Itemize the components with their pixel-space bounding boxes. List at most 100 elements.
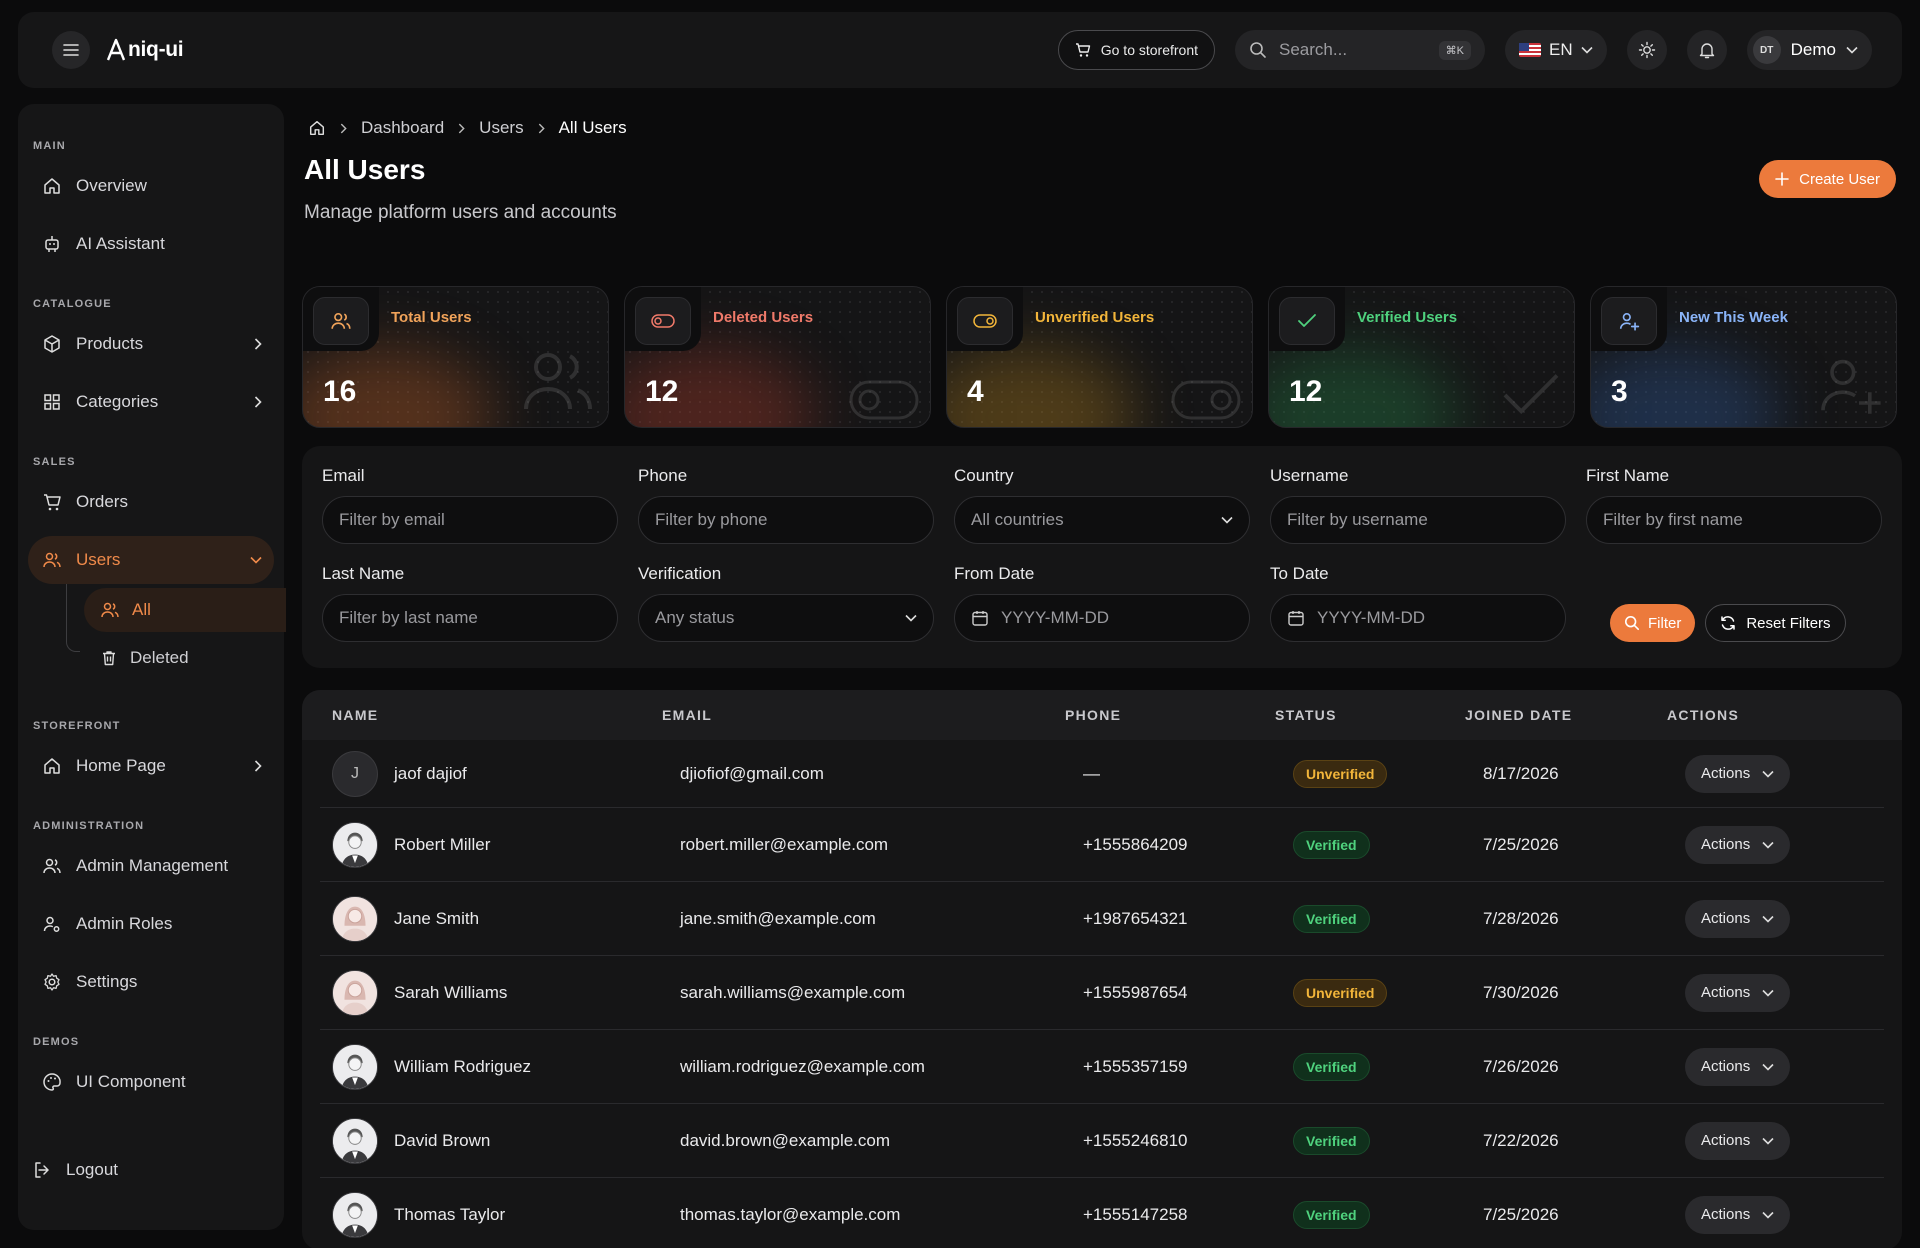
verification-select-value: Any status — [655, 608, 735, 627]
row-actions-button[interactable]: Actions — [1685, 1047, 1791, 1086]
cell-email: jane.smith@example.com — [680, 908, 876, 928]
sun-icon — [1638, 41, 1655, 59]
sidebar-item-products[interactable]: Products — [28, 320, 274, 368]
toggle-watermark-icon — [849, 380, 919, 420]
table-row[interactable]: Jane Smith jane.smith@example.com +19876… — [320, 882, 1884, 956]
male-avatar-icon — [333, 1044, 377, 1089]
palette-icon — [43, 1073, 61, 1091]
chevron-down-icon — [250, 556, 262, 564]
email-filter-input[interactable]: Filter by email — [322, 496, 618, 544]
menu-toggle-button[interactable] — [52, 31, 90, 69]
row-actions-button[interactable]: Actions — [1685, 899, 1791, 938]
filter-button[interactable]: Filter — [1610, 604, 1696, 642]
status-badge: Verified — [1293, 904, 1370, 933]
chevron-right-icon — [340, 123, 347, 133]
from-date-input[interactable]: YYYY-MM-DD — [954, 594, 1250, 642]
column-header-phone[interactable]: PHONE — [1065, 707, 1275, 723]
status-badge: Unverified — [1293, 978, 1388, 1007]
breadcrumb-dashboard[interactable]: Dashboard — [361, 118, 444, 138]
sidebar-item-ai-assistant[interactable]: AI Assistant — [28, 220, 274, 268]
column-header-email[interactable]: EMAIL — [662, 707, 1065, 723]
first-name-filter-input[interactable]: Filter by first name — [1586, 496, 1882, 544]
avatar — [332, 1117, 378, 1164]
cell-status: Verified — [1293, 1126, 1483, 1155]
notifications-button[interactable] — [1686, 30, 1727, 70]
cell-phone: +1555357159 — [1083, 1056, 1188, 1076]
user-name[interactable]: Sarah Williams — [394, 983, 507, 1003]
table-row[interactable]: William Rodriguez william.rodriguez@exam… — [320, 1030, 1884, 1104]
table-row[interactable]: Sarah Williams sarah.williams@example.co… — [320, 956, 1884, 1030]
app-logo[interactable]: niq-ui — [106, 38, 184, 62]
cell-joined-date: 7/28/2026 — [1483, 908, 1559, 928]
filter-label-verification: Verification — [638, 564, 722, 583]
create-user-button[interactable]: Create User — [1759, 160, 1896, 198]
search-input[interactable]: Search... ⌘K — [1235, 30, 1486, 70]
row-actions-button[interactable]: Actions — [1685, 1195, 1791, 1234]
sidebar-item-users-deleted[interactable]: Deleted — [84, 636, 286, 680]
sidebar-item-home-page[interactable]: Home Page — [28, 742, 274, 790]
sidebar-item-admin-management[interactable]: Admin Management — [28, 842, 274, 890]
user-name[interactable]: jaof dajiof — [394, 764, 467, 784]
username-filter-input[interactable]: Filter by username — [1270, 496, 1566, 544]
column-header-joined-date[interactable]: JOINED DATE — [1465, 707, 1667, 723]
filter-label-to-date: To Date — [1270, 564, 1329, 583]
search-icon — [1250, 42, 1266, 58]
sidebar-item-orders[interactable]: Orders — [28, 478, 274, 526]
actions-label: Actions — [1701, 1206, 1751, 1223]
sidebar: MAIN Overview AI Assistant CATALOGUE Pro… — [18, 104, 286, 1230]
female-avatar-icon — [333, 970, 377, 1015]
language-selector[interactable]: EN — [1505, 30, 1607, 70]
sidebar-item-admin-roles[interactable]: Admin Roles — [28, 900, 274, 948]
column-header-name[interactable]: NAME — [302, 707, 662, 723]
user-name[interactable]: Thomas Taylor — [394, 1205, 505, 1225]
reset-filters-button[interactable]: Reset Filters — [1705, 604, 1846, 642]
user-name[interactable]: Robert Miller — [394, 835, 490, 855]
user-menu-button[interactable]: DT Demo — [1746, 30, 1872, 70]
row-actions-button[interactable]: Actions — [1685, 754, 1791, 793]
avatar: DT — [1752, 36, 1781, 64]
table-row[interactable]: J jaof dajiof djiofiof@gmail.com — Unver… — [320, 740, 1884, 808]
theme-toggle-button[interactable] — [1626, 30, 1667, 70]
row-actions-button[interactable]: Actions — [1685, 973, 1791, 1012]
table-row[interactable]: David Brown david.brown@example.com +155… — [320, 1104, 1884, 1178]
users-submenu: All Deleted — [56, 584, 286, 680]
sidebar-item-ui-component[interactable]: UI Component — [28, 1058, 274, 1106]
toggle-watermark-icon — [1171, 380, 1241, 420]
language-label: EN — [1549, 40, 1573, 59]
cell-actions: Actions — [1685, 973, 1884, 1012]
sidebar-item-users[interactable]: Users — [28, 536, 274, 584]
last-name-filter-input[interactable]: Filter by last name — [322, 594, 618, 642]
row-actions-button[interactable]: Actions — [1685, 1121, 1791, 1160]
table-row[interactable]: Thomas Taylor thomas.taylor@example.com … — [320, 1178, 1884, 1248]
users-icon — [101, 602, 119, 618]
sidebar-item-overview[interactable]: Overview — [28, 162, 274, 210]
logout-button[interactable]: Logout — [18, 1146, 274, 1194]
table-row[interactable]: Robert Miller robert.miller@example.com … — [320, 808, 1884, 882]
breadcrumb-users[interactable]: Users — [479, 118, 523, 138]
user-name[interactable]: Jane Smith — [394, 909, 479, 929]
cell-status: Verified — [1293, 904, 1483, 933]
user-name[interactable]: William Rodriguez — [394, 1057, 531, 1077]
go-to-storefront-button[interactable]: Go to storefront — [1057, 30, 1216, 70]
sidebar-item-settings[interactable]: Settings — [28, 958, 274, 1006]
user-name[interactable]: David Brown — [394, 1131, 490, 1151]
cell-phone: +1555147258 — [1083, 1204, 1188, 1224]
phone-filter-input[interactable]: Filter by phone — [638, 496, 934, 544]
cell-actions: Actions — [1685, 1047, 1884, 1086]
column-header-status[interactable]: STATUS — [1275, 707, 1465, 723]
to-date-input[interactable]: YYYY-MM-DD — [1270, 594, 1566, 642]
cell-email: robert.miller@example.com — [680, 834, 889, 854]
row-actions-button[interactable]: Actions — [1685, 825, 1791, 864]
sidebar-item-users-all[interactable]: All — [84, 588, 286, 632]
logout-icon — [35, 1162, 49, 1178]
stat-label: Total Users — [391, 309, 472, 326]
cell-phone: +1555246810 — [1083, 1130, 1188, 1150]
home-icon[interactable] — [308, 119, 326, 137]
avatar-initial: J — [351, 764, 359, 782]
verification-select[interactable]: Any status — [638, 594, 934, 642]
sidebar-item-categories[interactable]: Categories — [28, 378, 274, 426]
country-select[interactable]: All countries — [954, 496, 1250, 544]
stat-label: Deleted Users — [713, 309, 814, 326]
stat-value: 3 — [1611, 375, 1628, 408]
logo-icon — [106, 38, 126, 61]
